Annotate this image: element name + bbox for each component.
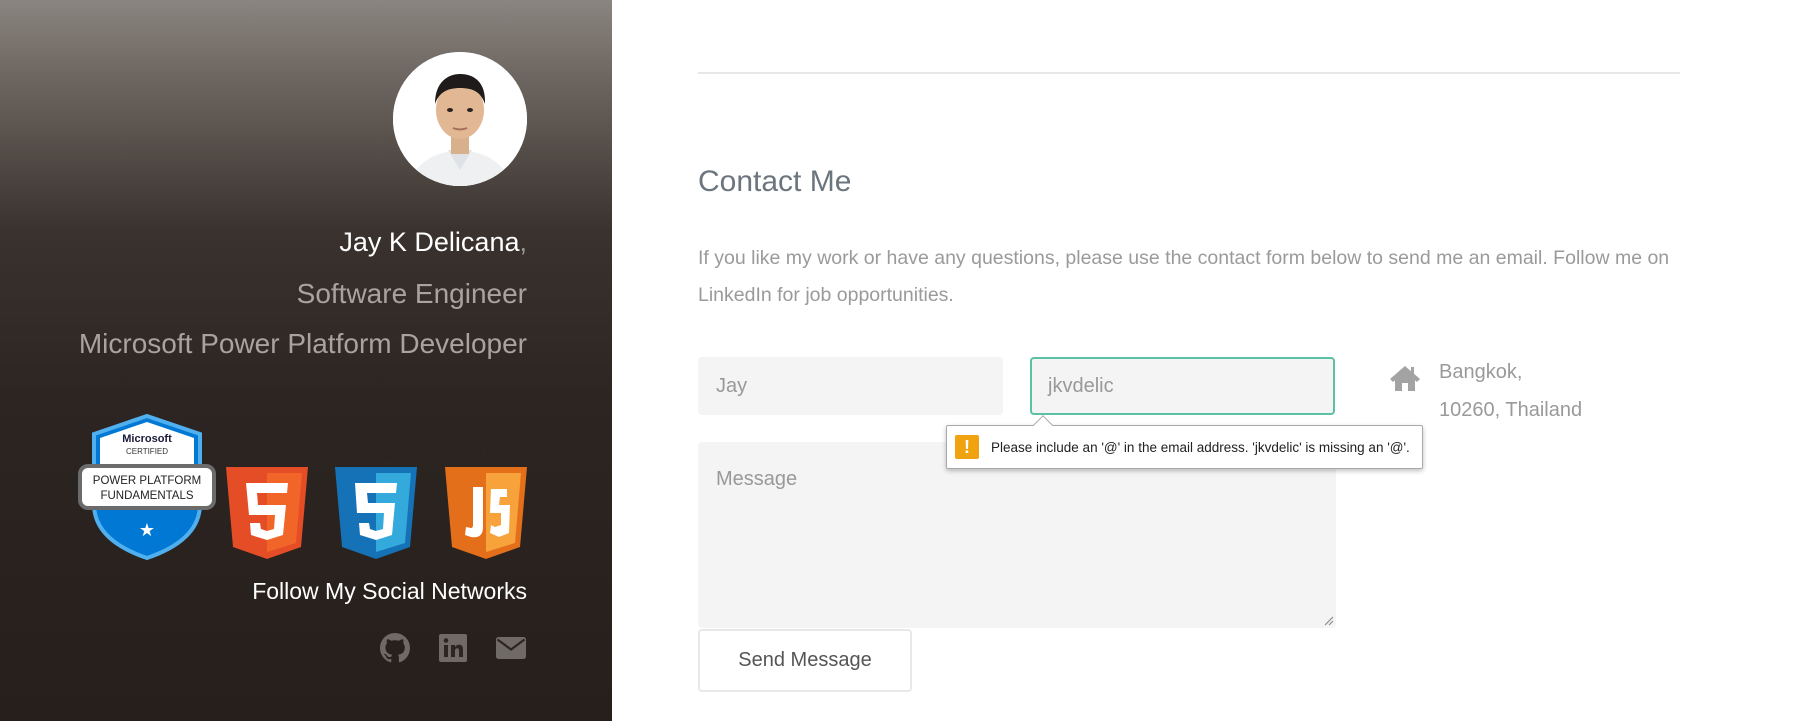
linkedin-icon[interactable] bbox=[437, 632, 469, 664]
badge-ms-line1: POWER PLATFORM bbox=[93, 475, 201, 487]
validation-message: Please include an '@' in the email addre… bbox=[991, 439, 1410, 455]
validation-tooltip: ! Please include an '@' in the email add… bbox=[946, 415, 1423, 469]
tooltip-arrow bbox=[1033, 415, 1053, 435]
badge-ms-line2: FUNDAMENTALS bbox=[100, 490, 193, 502]
envelope-icon[interactable] bbox=[495, 632, 527, 664]
css3-badge: CSS bbox=[335, 448, 417, 559]
profile-role-1: Software Engineer bbox=[296, 278, 527, 309]
send-message-button[interactable]: Send Message bbox=[698, 629, 912, 692]
name-field[interactable]: Jay bbox=[698, 357, 1003, 415]
resize-grip-icon[interactable] bbox=[1322, 614, 1334, 626]
sidebar: Jay K Delicana, Software Engineer Micros… bbox=[0, 0, 612, 721]
js-label: JS bbox=[474, 448, 497, 464]
address-line-1: Bangkok, bbox=[1439, 361, 1523, 383]
social-links bbox=[379, 632, 527, 664]
javascript-badge: JS bbox=[445, 448, 527, 559]
badge-ms-top: Microsoft bbox=[122, 433, 172, 445]
html-label: HTML bbox=[242, 448, 293, 464]
html5-badge: HTML bbox=[226, 448, 308, 559]
message-field[interactable]: Message bbox=[698, 442, 1336, 628]
profile-name: Jay K Delicana, bbox=[339, 227, 527, 258]
address-line-2: 10260, Thailand bbox=[1439, 399, 1583, 421]
home-icon bbox=[1390, 366, 1420, 391]
profile-role-2: Microsoft Power Platform Developer bbox=[78, 328, 527, 359]
github-icon[interactable] bbox=[379, 632, 411, 664]
follow-title: Follow My Social Networks bbox=[252, 578, 527, 604]
profile-photo bbox=[393, 52, 527, 186]
contact-intro: If you like my work or have any question… bbox=[698, 247, 1670, 306]
profile-name-text: Jay K Delicana bbox=[339, 227, 520, 257]
microsoft-certified-badge: Microsoft CERTIFIED POWER PLATFORM FUNDA… bbox=[78, 413, 216, 561]
contact-heading: Contact Me bbox=[698, 165, 852, 198]
badge-ms-sub: CERTIFIED bbox=[126, 447, 168, 456]
section-divider bbox=[698, 72, 1680, 74]
email-field[interactable]: jkvdelic bbox=[1030, 357, 1335, 415]
name-comma: , bbox=[519, 227, 527, 257]
avatar bbox=[393, 52, 527, 186]
warning-icon: ! bbox=[955, 435, 979, 459]
star-icon: ★ bbox=[139, 520, 155, 541]
css-label: CSS bbox=[357, 448, 395, 464]
